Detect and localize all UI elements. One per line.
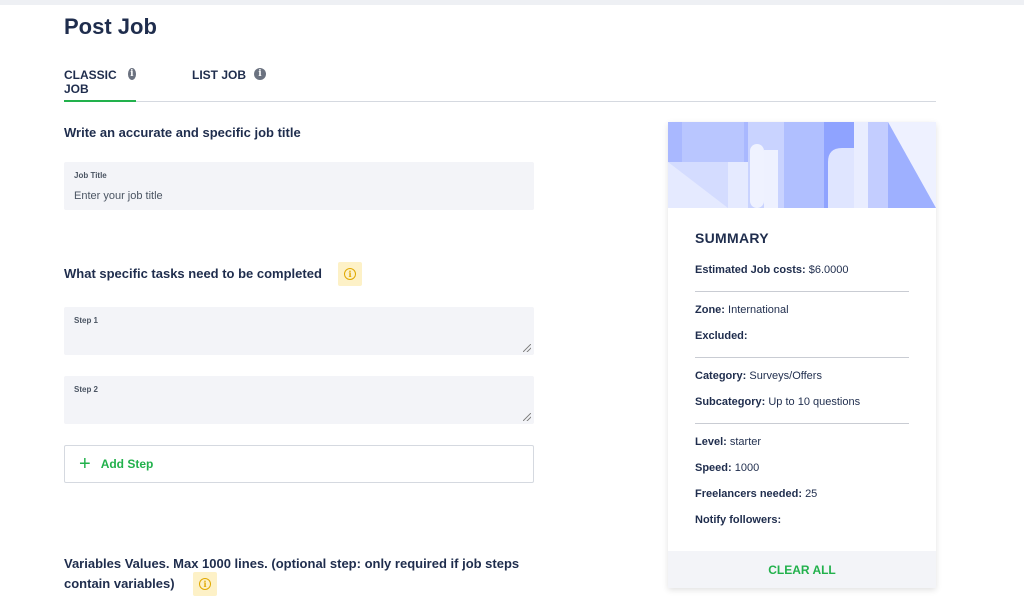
tasks-info-icon[interactable]: i [338, 262, 362, 286]
job-title-field[interactable]: Job Title Enter your job title [64, 162, 534, 210]
tab-classic-job-label: CLASSIC JOB [64, 68, 117, 96]
summary-title: SUMMARY [695, 230, 769, 246]
job-title-label: Job Title [74, 171, 107, 180]
estimated-cost-row: Estimated Job costs: $6.0000 [695, 264, 849, 276]
notify-row: Notify followers: [695, 514, 782, 526]
tab-list-job-label: LIST JOB [192, 68, 247, 82]
clear-all-button[interactable]: CLEAR ALL [668, 551, 936, 588]
summary-card: SUMMARY Estimated Job costs: $6.0000 Zon… [668, 122, 936, 588]
divider [695, 291, 909, 292]
step-2-label: Step 2 [74, 385, 99, 394]
variables-info-icon[interactable]: i [193, 572, 217, 596]
banner-shapes-icon [668, 122, 936, 208]
plus-icon: + [79, 453, 91, 475]
tab-classic-job[interactable]: CLASSIC JOB i [64, 66, 136, 102]
step-2-textarea[interactable]: Step 2 [64, 376, 534, 424]
level-row: Level: starter [695, 436, 762, 448]
summary-banner-illustration [668, 122, 936, 208]
step-1-textarea[interactable]: Step 1 [64, 307, 534, 355]
freelancers-row: Freelancers needed: 25 [695, 488, 818, 500]
job-type-tabs: CLASSIC JOB i LIST JOB i [64, 66, 936, 102]
add-step-label: Add Step [100, 457, 154, 471]
variables-heading-line1: Variables Values. Max 1000 lines. (optio… [64, 556, 520, 571]
excluded-row: Excluded: [695, 330, 748, 342]
category-row: Category: Surveys/Offers [695, 370, 822, 382]
job-title-heading: Write an accurate and specific job title [64, 125, 301, 140]
page-title: Post Job [64, 14, 157, 39]
divider [695, 357, 909, 358]
tab-list-job[interactable]: LIST JOB i [192, 66, 267, 102]
step-1-label: Step 1 [74, 316, 99, 325]
subcategory-row: Subcategory: Up to 10 questions [695, 396, 861, 408]
zone-row: Zone: International [695, 304, 789, 316]
add-step-button[interactable]: + Add Step [64, 445, 534, 483]
speed-row: Speed: 1000 [695, 462, 760, 474]
info-icon[interactable]: i [127, 68, 136, 80]
divider [695, 423, 909, 424]
resize-handle[interactable] [523, 344, 531, 352]
resize-handle[interactable] [523, 413, 531, 421]
variables-heading: Variables Values. Max 1000 lines. (optio… [64, 554, 519, 594]
variables-heading-line2: contain variables) [64, 576, 175, 591]
tasks-heading: What specific tasks need to be completed [64, 266, 322, 281]
top-bar [0, 0, 1024, 5]
job-title-placeholder: Enter your job title [74, 190, 163, 202]
info-icon[interactable]: i [254, 68, 267, 80]
